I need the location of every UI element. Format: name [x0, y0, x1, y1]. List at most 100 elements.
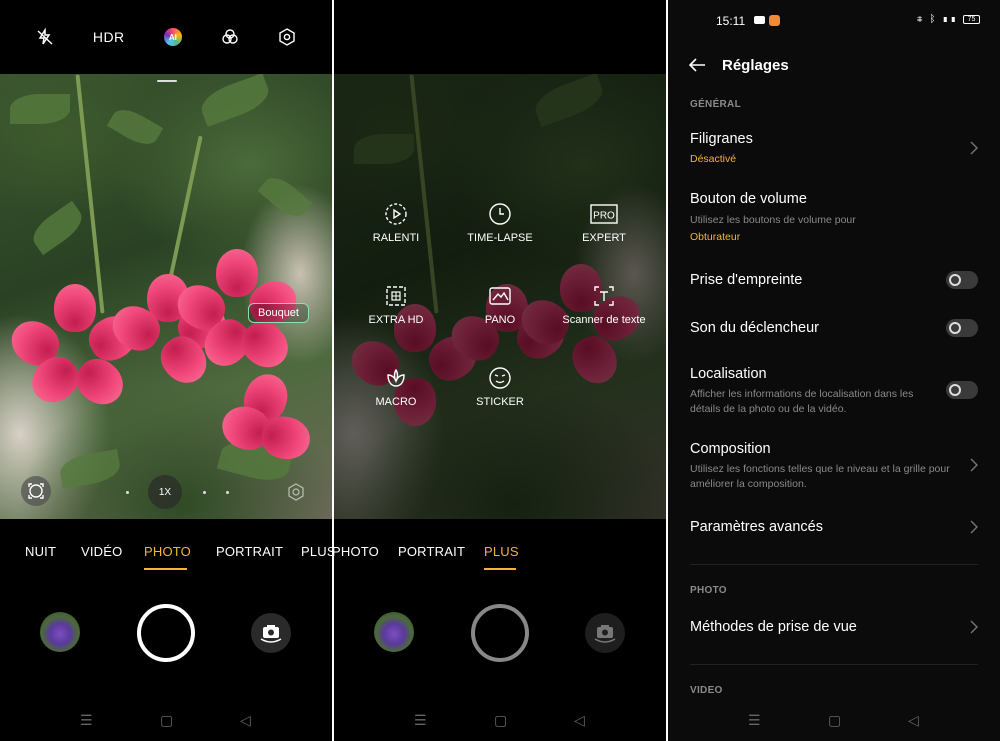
gallery-thumbnail[interactable]: [374, 612, 414, 652]
mode-selector: NUIT VIDÉO PHOTO PORTRAIT PLUS: [0, 540, 332, 570]
location-toggle[interactable]: [946, 381, 978, 399]
menu-label: EXPERT: [582, 232, 626, 244]
zoom-dot[interactable]: [126, 491, 129, 494]
filters-icon[interactable]: [221, 28, 239, 46]
divider: [690, 664, 978, 665]
chevron-right-icon[interactable]: [970, 458, 978, 472]
pro-icon-text: PRO: [593, 211, 615, 222]
mode-photo[interactable]: PHOTO: [144, 544, 191, 559]
watermark-value: Désactivé: [690, 153, 737, 165]
system-nav-bar: ☰ ▢ ◁: [668, 710, 1000, 730]
shutter-sound-setting: Son du déclencheur: [690, 320, 819, 336]
section-photo: PHOTO: [690, 585, 727, 596]
app-notification-icon: [769, 15, 780, 26]
mode-video[interactable]: VIDÉO: [81, 544, 122, 559]
menu-text-scanner[interactable]: Scanner de texte: [552, 284, 656, 327]
stem: [75, 74, 105, 314]
menu-sticker[interactable]: STICKER: [448, 366, 552, 409]
location-setting: Localisation: [690, 366, 767, 382]
watermark-setting[interactable]: Filigranes: [690, 131, 753, 147]
fingerprint-setting: Prise d'empreinte: [690, 272, 803, 288]
back-icon[interactable]: ◁: [574, 712, 585, 729]
scene-detection-badge: Bouquet: [248, 303, 309, 323]
home-icon[interactable]: ▢: [828, 712, 841, 729]
menu-label: PANO: [484, 314, 516, 326]
menu-time-lapse[interactable]: TIME-LAPSE: [448, 202, 552, 245]
composition-setting[interactable]: Composition: [690, 441, 771, 457]
menu-label: STICKER: [476, 396, 524, 408]
mode-portrait[interactable]: PORTRAIT: [216, 544, 283, 559]
viewfinder[interactable]: [0, 74, 332, 519]
back-arrow-icon[interactable]: [688, 57, 706, 73]
shooting-methods-setting[interactable]: Méthodes de prise de vue: [690, 619, 857, 635]
drag-handle[interactable]: [157, 80, 177, 82]
mode-nuit[interactable]: NUIT: [25, 544, 56, 559]
menu-label: EXTRA HD: [368, 314, 424, 326]
menu-ralenti[interactable]: RALENTI: [344, 202, 448, 245]
flower: [215, 368, 314, 464]
zoom-button[interactable]: 1X: [148, 475, 182, 509]
switch-camera-button[interactable]: [585, 613, 625, 653]
zoom-dot[interactable]: [203, 491, 206, 494]
hdr-button[interactable]: HDR: [93, 29, 125, 45]
status-bar: 15:11 ⩨ ᛒ ▮▮ 75: [668, 13, 1000, 29]
extra-hd-icon: [386, 286, 406, 306]
mode-plus[interactable]: PLUS: [484, 544, 519, 559]
menu-extra-hd[interactable]: EXTRA HD: [344, 284, 448, 327]
lens-switch-button[interactable]: [21, 476, 51, 506]
mode-photo[interactable]: PHOTO: [334, 544, 379, 559]
fingerprint-toggle[interactable]: [946, 271, 978, 289]
signal-icon: ▮▮: [942, 14, 959, 25]
lens-icon[interactable]: [287, 483, 305, 501]
menu-icon[interactable]: ☰: [748, 712, 761, 729]
back-icon[interactable]: ◁: [908, 712, 919, 729]
location-description: Afficher les informations de localisatio…: [690, 388, 914, 415]
youtube-icon: [754, 16, 765, 24]
shutter-sound-toggle[interactable]: [946, 319, 978, 337]
shutter-button[interactable]: [471, 604, 529, 662]
chevron-right-icon[interactable]: [970, 520, 978, 534]
chevron-right-icon[interactable]: [970, 620, 978, 634]
home-icon[interactable]: ▢: [494, 712, 507, 729]
shutter-button[interactable]: [137, 604, 195, 662]
camera-photo-screen: HDR AI Bouquet 1X NUIT VIDÉO PHOTO PORTR…: [0, 0, 332, 741]
menu-pano[interactable]: PANO: [448, 284, 552, 327]
system-nav-bar: ☰ ▢ ◁: [0, 710, 332, 730]
menu-icon[interactable]: ☰: [414, 712, 427, 729]
menu-macro[interactable]: MACRO: [344, 366, 448, 409]
text-scanner-icon: [594, 286, 614, 306]
settings-hex-icon[interactable]: [278, 28, 296, 46]
menu-label: MACRO: [375, 396, 417, 408]
leaf: [10, 94, 70, 124]
active-mode-indicator: [484, 568, 516, 570]
advanced-settings[interactable]: Paramètres avancés: [690, 519, 823, 535]
section-video: VIDEO: [690, 685, 723, 696]
bluetooth-icon: ᛒ: [929, 14, 938, 25]
menu-expert[interactable]: PRO EXPERT: [552, 202, 656, 245]
system-nav-bar: ☰ ▢ ◁: [334, 710, 666, 730]
home-icon[interactable]: ▢: [160, 712, 173, 729]
camera-plus-screen: RALENTI TIME-LAPSE PRO EXPERT EXTRA HD P…: [334, 0, 666, 741]
menu-icon[interactable]: ☰: [80, 712, 93, 729]
switch-camera-button[interactable]: [251, 613, 291, 653]
zoom-dot[interactable]: [226, 491, 229, 494]
leaf: [196, 74, 274, 128]
sticker-icon: [489, 367, 511, 389]
section-general: GÉNÉRAL: [690, 99, 741, 110]
slow-motion-icon: [385, 203, 407, 225]
menu-label: TIME-LAPSE: [467, 232, 533, 244]
ai-button[interactable]: AI: [163, 28, 182, 46]
back-icon[interactable]: ◁: [240, 712, 251, 729]
mode-selector: PHOTO PORTRAIT PLUS: [334, 540, 666, 570]
volume-button-setting[interactable]: Bouton de volume: [690, 191, 807, 207]
gallery-thumbnail[interactable]: [40, 612, 80, 652]
flash-off-icon[interactable]: [36, 28, 54, 46]
time-lapse-icon: [489, 203, 511, 225]
chevron-right-icon[interactable]: [970, 141, 978, 155]
status-icons: ⩨ ᛒ ▮▮ 75: [917, 14, 980, 25]
menu-label: RALENTI: [372, 232, 420, 244]
mode-portrait[interactable]: PORTRAIT: [398, 544, 465, 559]
leaf: [57, 449, 123, 489]
mode-plus[interactable]: PLUS: [301, 544, 332, 559]
settings-screen: 15:11 ⩨ ᛒ ▮▮ 75 Réglages GÉNÉRAL Filigra…: [668, 0, 1000, 741]
